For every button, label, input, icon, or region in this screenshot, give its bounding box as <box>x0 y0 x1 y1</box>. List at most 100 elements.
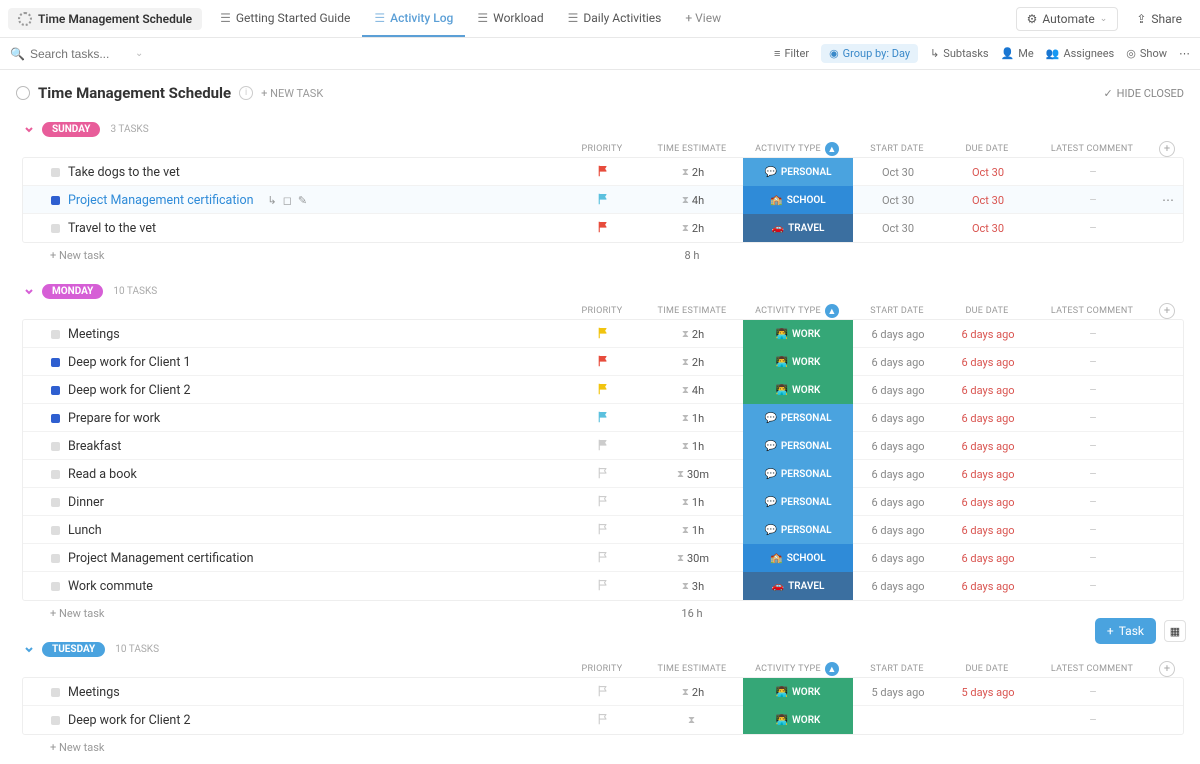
task-row[interactable]: Meetings⧗2h👨‍💻WORK6 days ago6 days ago– <box>23 320 1183 348</box>
col-latest-comment[interactable]: LATEST COMMENT <box>1032 664 1152 674</box>
add-column-button[interactable]: + <box>1159 303 1175 319</box>
task-name-cell[interactable]: Deep work for Client 2 <box>23 383 563 398</box>
task-name-cell[interactable]: Deep work for Client 1 <box>23 355 563 370</box>
start-date-cell[interactable]: 6 days ago <box>853 356 943 369</box>
new-task-fab[interactable]: + Task <box>1095 618 1156 644</box>
view-tab-getting-started-guide[interactable]: ☰Getting Started Guide <box>208 0 362 37</box>
task-row[interactable]: Meetings⧗2h👨‍💻WORK5 days ago5 days ago– <box>23 678 1183 706</box>
view-tab-daily-activities[interactable]: ☰Daily Activities <box>556 0 674 37</box>
latest-comment-cell[interactable]: – <box>1033 551 1153 565</box>
start-date-cell[interactable]: Oct 30 <box>853 166 943 179</box>
due-date-cell[interactable]: Oct 30 <box>943 194 1033 207</box>
task-row[interactable]: Lunch⧗1h💬PERSONAL6 days ago6 days ago– <box>23 516 1183 544</box>
task-name-cell[interactable]: Take dogs to the vet <box>23 165 563 180</box>
priority-cell[interactable] <box>563 411 643 426</box>
start-date-cell[interactable]: Oct 30 <box>853 194 943 207</box>
priority-cell[interactable] <box>563 551 643 566</box>
subtask-icon[interactable]: ↳ <box>268 194 277 207</box>
time-estimate-cell[interactable]: ⧗4h <box>643 194 743 207</box>
due-date-cell[interactable]: 6 days ago <box>943 524 1033 537</box>
start-date-cell[interactable]: 6 days ago <box>853 384 943 397</box>
time-estimate-cell[interactable]: ⧗2h <box>643 686 743 699</box>
time-estimate-cell[interactable]: ⧗4h <box>643 384 743 397</box>
latest-comment-cell[interactable]: – <box>1033 193 1153 207</box>
status-square[interactable] <box>51 688 60 697</box>
time-estimate-cell[interactable]: ⧗2h <box>643 356 743 369</box>
time-estimate-cell[interactable]: ⧗2h <box>643 328 743 341</box>
collapse-toggle[interactable] <box>22 123 36 137</box>
start-date-cell[interactable]: Oct 30 <box>853 222 943 235</box>
latest-comment-cell[interactable]: – <box>1033 327 1153 341</box>
collapse-toggle[interactable] <box>22 643 36 657</box>
due-date-cell[interactable]: 6 days ago <box>943 440 1033 453</box>
activity-type-cell[interactable]: 👨‍💻WORK <box>743 348 853 376</box>
task-row[interactable]: Read a book⧗30m💬PERSONAL6 days ago6 days… <box>23 460 1183 488</box>
time-estimate-cell[interactable]: ⧗1h <box>643 440 743 453</box>
col-start-date[interactable]: START DATE <box>852 144 942 154</box>
col-start-date[interactable]: START DATE <box>852 306 942 316</box>
task-row[interactable]: Deep work for Client 1 ⧗2h👨‍💻WORK6 days a… <box>23 348 1183 376</box>
view-tab-activity-log[interactable]: ☰Activity Log <box>362 0 465 37</box>
task-name-cell[interactable]: Meetings <box>23 327 563 342</box>
time-estimate-cell[interactable]: ⧗30m <box>643 552 743 565</box>
latest-comment-cell[interactable]: – <box>1033 383 1153 397</box>
search-input-wrap[interactable]: 🔍 ⌄ <box>10 47 170 61</box>
group-new-task-button[interactable]: + New task <box>22 249 562 262</box>
activity-type-cell[interactable]: 🏫SCHOOL <box>743 544 853 572</box>
col-activity-type[interactable]: ACTIVITY TYPE▲ <box>742 142 852 156</box>
activity-type-cell[interactable]: 💬PERSONAL <box>743 460 853 488</box>
col-time-estimate[interactable]: TIME ESTIMATE <box>642 144 742 154</box>
filter-button[interactable]: ≡Filter <box>774 47 809 60</box>
group-label[interactable]: TUESDAY <box>42 642 105 657</box>
apps-fab[interactable]: ▦ <box>1164 620 1186 642</box>
automate-button[interactable]: ⚙ Automate ⌄ <box>1016 7 1119 31</box>
more-button[interactable]: ⋯ <box>1179 47 1190 60</box>
status-square[interactable] <box>51 582 60 591</box>
collapse-toggle[interactable] <box>22 285 36 299</box>
task-row[interactable]: Prepare for work⧗1h💬PERSONAL6 days ago6 … <box>23 404 1183 432</box>
activity-type-cell[interactable]: 👨‍💻WORK <box>743 376 853 404</box>
col-priority[interactable]: PRIORITY <box>562 306 642 316</box>
start-date-cell[interactable]: 6 days ago <box>853 328 943 341</box>
activity-type-cell[interactable]: 🚗TRAVEL <box>743 214 853 242</box>
activity-type-cell[interactable]: 💬PERSONAL <box>743 516 853 544</box>
task-name-cell[interactable]: Dinner <box>23 495 563 510</box>
task-name-cell[interactable]: Project Management certification <box>23 551 563 566</box>
time-estimate-cell[interactable]: ⧗1h <box>643 496 743 509</box>
due-date-cell[interactable]: 6 days ago <box>943 496 1033 509</box>
col-priority[interactable]: PRIORITY <box>562 144 642 154</box>
start-date-cell[interactable]: 6 days ago <box>853 412 943 425</box>
latest-comment-cell[interactable]: – <box>1033 579 1153 593</box>
task-name-cell[interactable]: Breakfast <box>23 439 563 454</box>
priority-cell[interactable] <box>563 523 643 538</box>
priority-cell[interactable] <box>563 495 643 510</box>
priority-cell[interactable] <box>563 327 643 342</box>
latest-comment-cell[interactable]: – <box>1033 467 1153 481</box>
latest-comment-cell[interactable]: – <box>1033 523 1153 537</box>
group-by-button[interactable]: ◉Group by: Day <box>821 44 918 63</box>
activity-type-cell[interactable]: 💬PERSONAL <box>743 404 853 432</box>
latest-comment-cell[interactable]: – <box>1033 439 1153 453</box>
priority-cell[interactable] <box>563 439 643 454</box>
col-due-date[interactable]: DUE DATE <box>942 664 1032 674</box>
add-column-button[interactable]: + <box>1159 661 1175 677</box>
priority-cell[interactable] <box>563 685 643 700</box>
task-row[interactable]: Travel to the vet⧗2h🚗TRAVELOct 30Oct 30– <box>23 214 1183 242</box>
task-row[interactable]: Dinner⧗1h💬PERSONAL6 days ago6 days ago– <box>23 488 1183 516</box>
add-column-button[interactable]: + <box>1159 141 1175 157</box>
col-due-date[interactable]: DUE DATE <box>942 306 1032 316</box>
view-tab-workload[interactable]: ☰Workload <box>465 0 555 37</box>
start-date-cell[interactable]: 6 days ago <box>853 496 943 509</box>
status-square[interactable] <box>51 168 60 177</box>
status-square[interactable] <box>51 470 60 479</box>
tag-icon[interactable]: ◻ <box>283 194 292 207</box>
due-date-cell[interactable]: Oct 30 <box>943 222 1033 235</box>
group-label[interactable]: MONDAY <box>42 284 103 299</box>
status-square[interactable] <box>51 498 60 507</box>
task-name-cell[interactable]: Travel to the vet <box>23 221 563 236</box>
status-square[interactable] <box>51 716 60 725</box>
due-date-cell[interactable]: 6 days ago <box>943 552 1033 565</box>
doc-title[interactable]: Time Management Schedule <box>8 8 202 30</box>
status-square[interactable] <box>51 554 60 563</box>
task-row[interactable]: Deep work for Client 2 ⧗4h👨‍💻WORK6 days a… <box>23 376 1183 404</box>
